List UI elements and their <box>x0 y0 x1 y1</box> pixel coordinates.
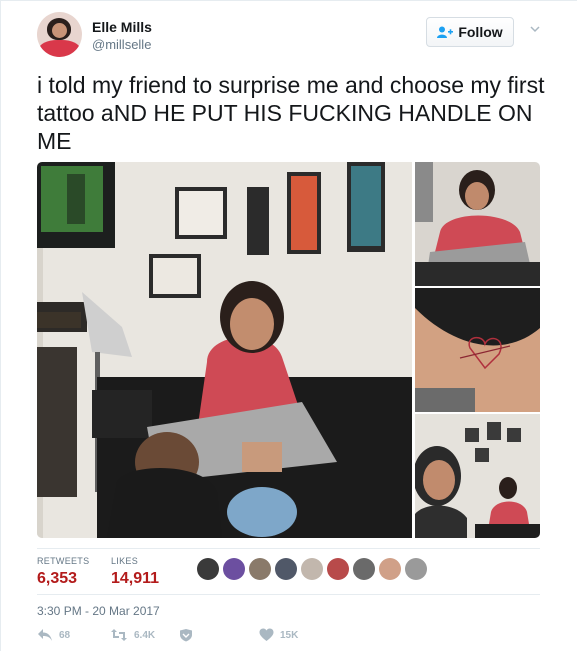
retweet-count: 6.4K <box>134 629 156 641</box>
tweet-timestamp[interactable]: 3:30 PM - 20 Mar 2017 <box>37 604 160 618</box>
selfie-photo[interactable] <box>415 414 540 538</box>
shield-icon <box>180 629 192 642</box>
liker-avatar[interactable] <box>353 558 375 580</box>
follow-button[interactable]: Follow <box>426 17 514 47</box>
liker-avatar[interactable] <box>379 558 401 580</box>
likes-stat[interactable]: LIKES 14,911 <box>111 556 159 588</box>
user-handle[interactable]: @millselle <box>92 37 151 52</box>
left-border <box>0 0 1 651</box>
liker-avatar[interactable] <box>223 558 245 580</box>
add-user-icon <box>437 26 454 38</box>
liker-avatar[interactable] <box>405 558 427 580</box>
liker-avatar[interactable] <box>249 558 271 580</box>
like-button[interactable]: 15K <box>259 628 298 642</box>
reply-icon <box>38 629 52 641</box>
save-button[interactable] <box>179 628 193 642</box>
liker-avatar[interactable] <box>327 558 349 580</box>
liker-avatar[interactable] <box>301 558 323 580</box>
retweets-label: RETWEETS <box>37 556 90 566</box>
top-border <box>0 0 577 1</box>
heart-icon <box>259 628 274 641</box>
reply-button[interactable]: 68 <box>37 628 70 642</box>
tweet-text: i told my friend to surprise me and choo… <box>37 72 545 154</box>
reply-count: 68 <box>59 629 71 641</box>
chevron-down-icon[interactable] <box>530 25 540 33</box>
tattoo-studio-photo[interactable] <box>37 162 412 538</box>
like-count: 15K <box>280 629 299 641</box>
retweets-count: 6,353 <box>37 570 78 587</box>
display-name[interactable]: Elle Mills <box>92 19 152 35</box>
ankle-tattoo-photo[interactable] <box>415 288 540 412</box>
divider <box>37 548 540 549</box>
liker-avatar[interactable] <box>275 558 297 580</box>
media-grid <box>37 162 540 538</box>
follow-label: Follow <box>458 24 503 40</box>
retweets-stat[interactable]: RETWEETS 6,353 <box>37 556 89 588</box>
retweet-button[interactable]: 6.4K <box>110 628 155 642</box>
tattoo-session-photo[interactable] <box>415 162 540 286</box>
retweet-icon <box>111 629 127 641</box>
liker-avatar[interactable] <box>197 558 219 580</box>
likes-label: LIKES <box>111 556 139 566</box>
divider <box>37 594 540 595</box>
avatar[interactable] <box>37 12 82 57</box>
likes-count: 14,911 <box>111 570 160 587</box>
